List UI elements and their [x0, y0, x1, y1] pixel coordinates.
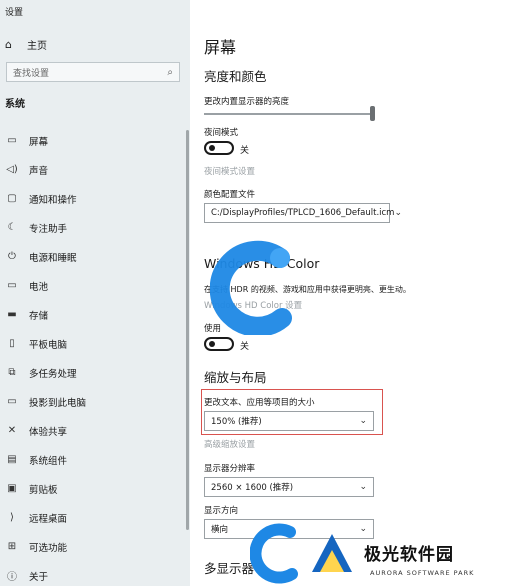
sidebar-item-shared-experiences[interactable]: ✕ 体验共享	[0, 416, 190, 445]
chevron-down-icon: ⌄	[394, 208, 403, 218]
resolution-label: 显示器分辨率	[204, 464, 256, 474]
sidebar-item-storage[interactable]: ▬ 存储	[0, 300, 190, 329]
sidebar-item-label: 屏幕	[29, 136, 49, 148]
sidebar-item-optional-features[interactable]: ⊞ 可选功能	[0, 532, 190, 561]
chevron-down-icon: ⌄	[359, 482, 367, 492]
sidebar-item-multitasking[interactable]: ⧉ 多任务处理	[0, 358, 190, 387]
sidebar-item-remote-desktop[interactable]: ⟩ 远程桌面	[0, 503, 190, 532]
share-icon: ✕	[7, 425, 17, 436]
monitor-icon: ▭	[7, 135, 17, 146]
sidebar-item-clipboard[interactable]: ▣ 剪贴板	[0, 474, 190, 503]
sidebar-nav-list: ▭ 屏幕 ◁) 声音 ▢ 通知和操作 ☾ 专注助手 ⏻ 电源和睡眠 ▭ 电池 ▬…	[0, 126, 190, 586]
multitask-icon: ⧉	[8, 367, 16, 378]
hdr-toggle[interactable]	[204, 337, 234, 351]
advanced-scaling-link[interactable]: 高级缩放设置	[204, 438, 255, 450]
sidebar-item-focus-assist[interactable]: ☾ 专注助手	[0, 213, 190, 242]
orientation-label: 显示方向	[204, 506, 239, 516]
sidebar-item-label: 平板电脑	[29, 339, 68, 351]
scale-section-heading: 缩放与布局	[204, 370, 267, 385]
power-icon: ⏻	[8, 251, 16, 262]
projection-icon: ▭	[7, 396, 17, 407]
color-profile-label: 颜色配置文件	[204, 190, 256, 200]
home-label: 主页	[27, 41, 47, 52]
search-input[interactable]: 查找设置	[13, 66, 167, 79]
moon-icon: ☾	[7, 222, 17, 233]
watermark-logo-icon	[210, 240, 292, 335]
night-light-state: 关	[240, 146, 250, 156]
sidebar-item-tablet[interactable]: ▯ 平板电脑	[0, 329, 190, 358]
sidebar-item-label: 投影到此电脑	[29, 397, 87, 409]
brightness-label: 更改内置显示器的亮度	[204, 97, 290, 107]
sidebar-item-label: 专注助手	[29, 223, 68, 235]
sidebar-item-label: 存储	[29, 310, 49, 322]
sidebar-item-projecting[interactable]: ▭ 投影到此电脑	[0, 387, 190, 416]
search-box[interactable]: 查找设置 ⌕	[6, 62, 180, 82]
toggle-knob	[209, 145, 215, 151]
resolution-value: 2560 × 1600 (推荐)	[211, 483, 294, 493]
sidebar-item-label: 剪贴板	[29, 484, 58, 496]
sidebar-item-label: 电源和睡眠	[29, 252, 77, 264]
clipboard-icon: ▣	[7, 483, 17, 494]
chevron-down-icon: ⌄	[359, 524, 367, 534]
watermark-brand-subtitle: AURORA SOFTWARE PARK	[370, 569, 475, 577]
page-title: 屏幕	[204, 38, 237, 57]
section-label: 系统	[5, 99, 25, 110]
speaker-icon: ◁)	[6, 164, 18, 175]
multi-display-section-heading: 多显示器	[204, 561, 255, 576]
chevron-down-icon: ⌄	[359, 416, 367, 426]
sidebar-item-power[interactable]: ⏻ 电源和睡眠	[0, 242, 190, 271]
sidebar-item-label: 远程桌面	[29, 513, 68, 525]
sidebar-item-label: 体验共享	[29, 426, 68, 438]
color-profile-dropdown[interactable]: C:/DisplayProfiles/TPLCD_1606_Default.ic…	[204, 203, 402, 223]
search-icon[interactable]: ⌕	[167, 67, 173, 78]
notification-icon: ▢	[7, 193, 17, 204]
watermark-brand-name: 极光软件园	[364, 545, 454, 565]
sidebar-item-about[interactable]: ⓘ 关于	[0, 561, 190, 586]
info-icon: ⓘ	[7, 572, 17, 583]
sidebar-item-sound[interactable]: ◁) 声音	[0, 155, 190, 184]
resolution-dropdown[interactable]: 2560 × 1600 (推荐) ⌄	[204, 477, 374, 497]
night-light-toggle[interactable]	[204, 141, 234, 155]
sidebar-item-system-components[interactable]: ▤ 系统组件	[0, 445, 190, 474]
battery-icon: ▭	[7, 280, 17, 291]
brightness-section-heading: 亮度和颜色	[204, 69, 267, 84]
brightness-slider-track[interactable]	[204, 113, 374, 115]
home-icon: ⌂	[5, 38, 12, 51]
brightness-slider-thumb[interactable]	[370, 106, 375, 121]
sidebar-scrollbar[interactable]	[186, 130, 189, 530]
sidebar-item-label: 多任务处理	[29, 368, 77, 380]
scale-value: 150% (推荐)	[211, 417, 262, 427]
storage-icon: ▬	[7, 309, 17, 320]
remote-desktop-icon: ⟩	[10, 512, 14, 523]
app-title: 设置	[5, 8, 24, 18]
sidebar: 设置 ⌂ 主页 查找设置 ⌕ 系统 ▭ 屏幕 ◁) 声音 ▢ 通知和操作 ☾ 专…	[0, 0, 190, 586]
sidebar-item-label: 关于	[29, 571, 49, 583]
scale-dropdown[interactable]: 150% (推荐) ⌄	[204, 411, 374, 431]
sidebar-item-display[interactable]: ▭ 屏幕	[0, 126, 190, 155]
components-icon: ▤	[7, 454, 17, 465]
night-light-settings-link[interactable]: 夜间模式设置	[204, 165, 255, 177]
scale-label: 更改文本、应用等项目的大小	[204, 398, 315, 408]
tablet-icon: ▯	[9, 338, 15, 349]
sidebar-item-label: 电池	[29, 281, 49, 293]
home-nav-item[interactable]: ⌂ 主页	[5, 37, 47, 52]
hdr-toggle-state: 关	[240, 342, 250, 352]
sidebar-item-label: 声音	[29, 165, 49, 177]
optional-features-icon: ⊞	[7, 541, 17, 552]
sidebar-item-label: 系统组件	[29, 455, 68, 467]
toggle-knob	[209, 341, 215, 347]
watermark-small-logo-icon	[250, 523, 352, 584]
sidebar-item-label: 通知和操作	[29, 194, 77, 206]
color-profile-value: C:/DisplayProfiles/TPLCD_1606_Default.ic…	[211, 208, 395, 218]
sidebar-item-label: 可选功能	[29, 542, 68, 554]
sidebar-item-notifications[interactable]: ▢ 通知和操作	[0, 184, 190, 213]
sidebar-item-battery[interactable]: ▭ 电池	[0, 271, 190, 300]
night-light-label: 夜间模式	[204, 128, 239, 138]
